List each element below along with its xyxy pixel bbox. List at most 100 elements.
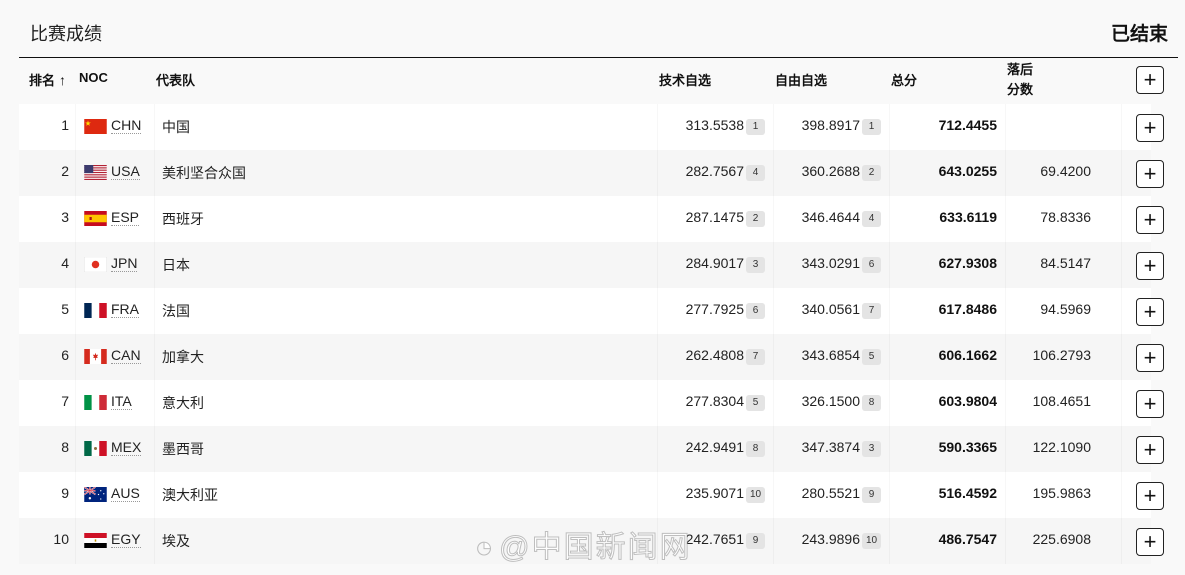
rank-value: 7 (61, 393, 69, 409)
sort-arrow-icon[interactable]: ↑ (59, 72, 66, 88)
technical-rank-badge: 10 (746, 487, 765, 503)
column-header-free[interactable]: 自由自选 (775, 70, 827, 89)
technical-score: 262.4808 (685, 347, 744, 363)
noc-code[interactable]: AUS (111, 485, 140, 502)
behind-score: 106.2793 (1032, 347, 1091, 363)
technical-rank-badge: 5 (746, 395, 765, 411)
expand-row-button[interactable]: + (1136, 528, 1164, 556)
noc-code[interactable]: JPN (111, 255, 138, 272)
rank-header-label: 排名 (29, 73, 56, 88)
team-name: 西班牙 (162, 211, 204, 227)
technical-rank-badge: 7 (746, 349, 765, 365)
table-row[interactable]: 4 JPN 日本 284.9017 3 343.0291 6 627.9308 … (19, 242, 1164, 288)
free-score: 398.8917 (801, 117, 860, 133)
expand-row-button[interactable]: + (1136, 436, 1164, 464)
free-rank-badge: 9 (862, 487, 881, 503)
column-header-technical[interactable]: 技术自选 (659, 70, 711, 89)
column-header-team[interactable]: 代表队 (156, 70, 195, 89)
free-rank-badge: 5 (862, 349, 881, 365)
free-score: 343.6854 (801, 347, 860, 363)
technical-rank-badge: 9 (746, 533, 765, 549)
behind-header-line1: 落后 (1007, 62, 1034, 77)
technical-score: 242.9491 (685, 439, 744, 455)
free-rank-badge: 1 (862, 119, 881, 135)
noc-code[interactable]: CAN (111, 347, 141, 364)
team-name: 加拿大 (162, 349, 204, 365)
noc-code[interactable]: MEX (111, 439, 142, 456)
table-row[interactable]: 7 ITA 意大利 277.8304 5 326.1500 8 603.9804… (19, 380, 1164, 426)
technical-score: 242.7651 (685, 531, 744, 547)
behind-score: 225.6908 (1032, 531, 1091, 547)
free-score: 346.4644 (801, 209, 860, 225)
expand-all-button[interactable]: + (1136, 66, 1164, 94)
technical-rank-badge: 4 (746, 165, 765, 181)
noc-code[interactable]: ESP (111, 209, 140, 226)
expand-row-button[interactable]: + (1136, 252, 1164, 280)
france-flag-icon (84, 303, 107, 318)
table-row[interactable]: 3 ESP 西班牙 287.1475 2 346.4644 4 633.6119… (19, 196, 1164, 242)
noc-code[interactable]: USA (111, 163, 140, 180)
table-row[interactable]: 1 CHN 中国 313.5538 1 398.8917 1 712.4455 … (19, 104, 1164, 150)
rank-value: 5 (61, 301, 69, 317)
rank-value: 4 (61, 255, 69, 271)
free-rank-badge: 6 (862, 257, 881, 273)
table-row[interactable]: 6 CAN 加拿大 262.4808 7 343.6854 5 606.1662… (19, 334, 1164, 380)
page-title: 比赛成绩 (30, 24, 102, 44)
table-header: 排名 ↑ NOC 代表队 技术自选 自由自选 总分 落后 分数 + (19, 58, 1164, 104)
table-row[interactable]: 10 EGY 埃及 242.7651 9 243.9896 10 486.754… (19, 518, 1164, 564)
noc-code[interactable]: EGY (111, 531, 141, 548)
free-score: 343.0291 (801, 255, 860, 271)
rank-value: 8 (61, 439, 69, 455)
column-header-behind[interactable]: 落后 分数 (1007, 60, 1033, 100)
total-score: 643.0255 (938, 163, 997, 179)
technical-rank-badge: 6 (746, 303, 765, 319)
technical-rank-badge: 1 (746, 119, 765, 135)
expand-row-button[interactable]: + (1136, 390, 1164, 418)
expand-row-button[interactable]: + (1136, 114, 1164, 142)
column-header-total[interactable]: 总分 (891, 70, 917, 89)
free-rank-badge: 4 (862, 211, 881, 227)
technical-score: 313.5538 (685, 117, 744, 133)
behind-score: 122.1090 (1032, 439, 1091, 455)
noc-code[interactable]: CHN (111, 117, 142, 134)
rank-value: 6 (61, 347, 69, 363)
rank-value: 3 (61, 209, 69, 225)
egypt-flag-icon (84, 533, 107, 548)
free-rank-badge: 2 (862, 165, 881, 181)
total-score: 486.7547 (938, 531, 997, 547)
expand-row-button[interactable]: + (1136, 344, 1164, 372)
expand-row-button[interactable]: + (1136, 206, 1164, 234)
technical-rank-badge: 3 (746, 257, 765, 273)
total-score: 617.8486 (938, 301, 997, 317)
team-name: 意大利 (162, 395, 204, 411)
results-header: 比赛成绩 已结束 (19, 0, 1178, 58)
column-header-rank[interactable]: 排名 ↑ (29, 70, 68, 89)
behind-score: 78.8336 (1040, 209, 1091, 225)
expand-row-button[interactable]: + (1136, 298, 1164, 326)
behind-score: 108.4651 (1032, 393, 1091, 409)
behind-score: 84.5147 (1040, 255, 1091, 271)
italy-flag-icon (84, 395, 107, 410)
results-table: 排名 ↑ NOC 代表队 技术自选 自由自选 总分 落后 分数 + 1 CHN 中… (19, 58, 1164, 564)
table-row[interactable]: 2 USA 美利坚合众国 282.7567 4 360.2688 2 643.0… (19, 150, 1164, 196)
table-row[interactable]: 5 FRA 法国 277.7925 6 340.0561 7 617.8486 … (19, 288, 1164, 334)
usa-flag-icon (84, 165, 107, 180)
technical-rank-badge: 2 (746, 211, 765, 227)
expand-row-button[interactable]: + (1136, 160, 1164, 188)
free-score: 326.1500 (801, 393, 860, 409)
team-name: 美利坚合众国 (162, 165, 246, 181)
total-score: 712.4455 (938, 117, 997, 133)
technical-score: 277.7925 (685, 301, 744, 317)
rank-value: 1 (61, 117, 69, 133)
behind-score: 195.9863 (1032, 485, 1091, 501)
noc-code[interactable]: ITA (111, 393, 132, 410)
team-name: 澳大利亚 (162, 487, 218, 503)
noc-code[interactable]: FRA (111, 301, 139, 318)
expand-row-button[interactable]: + (1136, 482, 1164, 510)
technical-score: 235.9071 (685, 485, 744, 501)
column-header-noc[interactable]: NOC (79, 70, 108, 85)
team-name: 日本 (162, 257, 190, 273)
table-row[interactable]: 8 MEX 墨西哥 242.9491 8 347.3874 3 590.3365… (19, 426, 1164, 472)
table-row[interactable]: 9 AUS 澳大利亚 235.9071 10 280.5521 9 516.45… (19, 472, 1164, 518)
rank-value: 2 (61, 163, 69, 179)
